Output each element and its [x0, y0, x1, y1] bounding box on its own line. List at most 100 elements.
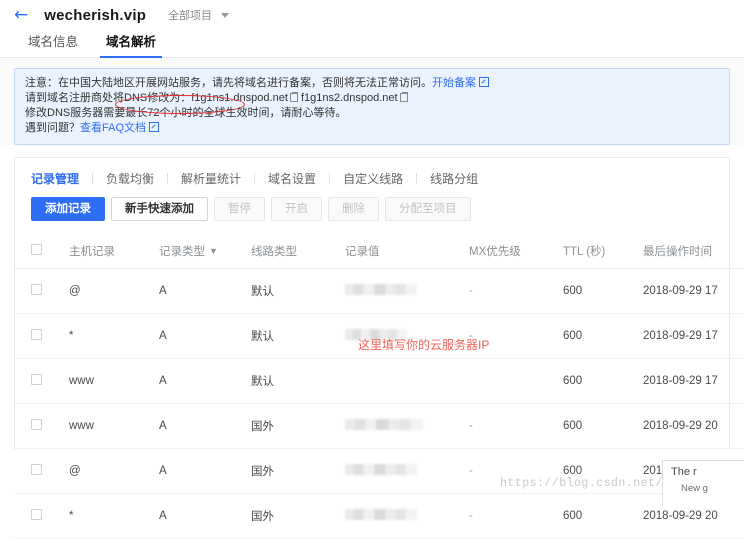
notice-line-4-text: 遇到问题？: [25, 122, 80, 134]
table-row[interactable]: www A 默认 600 2018-09-29 17: [15, 358, 744, 404]
cell-ttl: 600: [563, 313, 643, 359]
chevron-down-icon: [221, 12, 230, 18]
divider: [329, 173, 331, 184]
corner-popup-line-2: New g: [681, 483, 708, 494]
row-checkbox[interactable]: [31, 509, 42, 520]
records-table-body: @ A 默认 - 600 2018-09-29 17 * A 默认 - 600 …: [15, 268, 744, 539]
subtab-load-balance[interactable]: 负载均衡: [106, 170, 154, 187]
external-link-icon: [479, 77, 489, 87]
row-select-cell: [15, 448, 69, 494]
notice-area: 注意：在中国大陆地区开展网站服务，请先将域名进行备案，否则将无法正常访问。开始备…: [0, 58, 744, 145]
notice-line-2-text: 请到域名注册商处将DNS修改为：: [25, 92, 192, 104]
masked-record-value: [345, 419, 423, 430]
cell-type: A: [159, 493, 251, 539]
pause-button[interactable]: 暂停: [214, 197, 265, 221]
cell-ttl: 600: [563, 493, 643, 539]
cell-mx: [469, 358, 563, 404]
cell-ttl: 600: [563, 403, 643, 449]
records-panel: 记录管理 负载均衡 解析量统计 域名设置 自定义线路 线路分组 添加记录 新手快…: [14, 157, 744, 539]
cell-line: 默认: [251, 268, 345, 314]
cell-ttl: 600: [563, 358, 643, 404]
notice-banner: 注意：在中国大陆地区开展网站服务，请先将域名进行备案，否则将无法正常访问。开始备…: [14, 68, 730, 145]
corner-popup[interactable]: The r New g: [662, 460, 744, 506]
row-checkbox[interactable]: [31, 284, 42, 295]
quick-add-button[interactable]: 新手快速添加: [111, 197, 208, 221]
copy-icon[interactable]: [289, 92, 298, 102]
divider: [167, 173, 169, 184]
cell-value: [345, 268, 469, 314]
tab-domain-resolution[interactable]: 域名解析: [92, 31, 170, 58]
cell-type: A: [159, 268, 251, 314]
row-select-cell: [15, 493, 69, 539]
cell-host: @: [69, 448, 159, 494]
row-checkbox[interactable]: [31, 374, 42, 385]
cell-mx: -: [469, 313, 563, 359]
subtab-line-group[interactable]: 线路分组: [430, 170, 478, 187]
notice-line-1-text: 注意：在中国大陆地区开展网站服务，请先将域名进行备案，否则将无法正常访问。: [25, 77, 432, 89]
delete-button[interactable]: 删除: [328, 197, 379, 221]
masked-record-value: [345, 464, 417, 475]
copy-icon[interactable]: [399, 92, 408, 102]
column-header-line: 线路类型: [251, 235, 345, 269]
corner-popup-line-1: The r: [671, 466, 697, 478]
tab-domain-info[interactable]: 域名信息: [14, 31, 92, 57]
table-row[interactable]: * A 国外 - 600 2018-09-29 20: [15, 493, 744, 539]
subtab-custom-line[interactable]: 自定义线路: [343, 170, 403, 187]
cell-time: 2018-09-29 17: [643, 358, 744, 404]
faq-link[interactable]: 查看FAQ文档: [80, 122, 146, 134]
divider: [254, 173, 256, 184]
table-row[interactable]: www A 国外 - 600 2018-09-29 20: [15, 403, 744, 449]
cell-mx: -: [469, 268, 563, 314]
cell-time: 2018-09-29 17: [643, 313, 744, 359]
nameserver-2: f1g1ns2.dnspod.net: [300, 92, 398, 104]
table-row[interactable]: * A 默认 - 600 2018-09-29 17: [15, 313, 744, 359]
column-header-type-label: 记录类型: [159, 246, 205, 258]
subtab-domain-settings[interactable]: 域名设置: [268, 170, 316, 187]
cell-time: 2018-09-29 17: [643, 268, 744, 314]
start-filing-link[interactable]: 开始备案: [432, 77, 476, 89]
column-header-mx: MX优先级: [469, 235, 563, 269]
arrow-left-icon[interactable]: ←: [14, 6, 28, 24]
row-select-cell: [15, 358, 69, 404]
notice-line-3: 修改DNS服务器需要最长72个小时的全球生效时间，请耐心等待。: [25, 107, 347, 119]
assign-to-project-button[interactable]: 分配至项目: [385, 197, 471, 221]
subtab-record-management[interactable]: 记录管理: [31, 170, 79, 187]
cell-type: A: [159, 448, 251, 494]
add-record-button[interactable]: 添加记录: [31, 197, 105, 221]
notice-line-4: 遇到问题？查看FAQ文档: [25, 121, 719, 136]
table-row[interactable]: @ A 默认 - 600 2018-09-29 17: [15, 268, 744, 314]
cell-ttl: 600: [563, 268, 643, 314]
row-checkbox[interactable]: [31, 419, 42, 430]
page-title: wecherish.vip: [44, 6, 147, 24]
row-select-cell: [15, 313, 69, 359]
row-checkbox[interactable]: [31, 464, 42, 475]
cell-line: 默认: [251, 358, 345, 404]
sub-tabs: 记录管理 负载均衡 解析量统计 域名设置 自定义线路 线路分组: [15, 158, 729, 197]
row-checkbox[interactable]: [31, 329, 42, 340]
records-table: 主机记录 记录类型 ▼ 线路类型 记录值 MX优先级 TTL (秒) 最后操作时间…: [15, 235, 744, 539]
filter-icon[interactable]: ▼: [209, 246, 218, 256]
project-selector[interactable]: 全部项目: [168, 7, 230, 23]
subtab-resolution-stats[interactable]: 解析量统计: [181, 170, 241, 187]
divider: [416, 173, 418, 184]
cell-line: 国外: [251, 493, 345, 539]
external-link-icon: [149, 122, 160, 132]
column-header-type: 记录类型 ▼: [159, 235, 251, 269]
cell-value: [345, 403, 469, 449]
enable-button[interactable]: 开启: [271, 197, 322, 221]
cell-type: A: [159, 313, 251, 359]
masked-record-value: [345, 329, 407, 340]
select-all-checkbox[interactable]: [31, 244, 42, 255]
notice-line-1: 注意：在中国大陆地区开展网站服务，请先将域名进行备案，否则将无法正常访问。开始备…: [25, 76, 719, 91]
cell-ttl: 600: [563, 448, 643, 494]
column-header-host: 主机记录: [69, 235, 159, 269]
cell-host: www: [69, 403, 159, 449]
cell-host: *: [69, 493, 159, 539]
column-header-time: 最后操作时间: [643, 235, 744, 269]
notice-line-2: 请到域名注册商处将DNS修改为：f1g1ns1.dnspod.net f1g1n…: [25, 91, 719, 106]
table-row[interactable]: @ A 国外 - 600 2018-09-29 20: [15, 448, 744, 494]
cell-line: 国外: [251, 403, 345, 449]
cell-mx: -: [469, 403, 563, 449]
table-header-row: 主机记录 记录类型 ▼ 线路类型 记录值 MX优先级 TTL (秒) 最后操作时间: [15, 235, 744, 269]
select-all-header: [15, 235, 69, 269]
